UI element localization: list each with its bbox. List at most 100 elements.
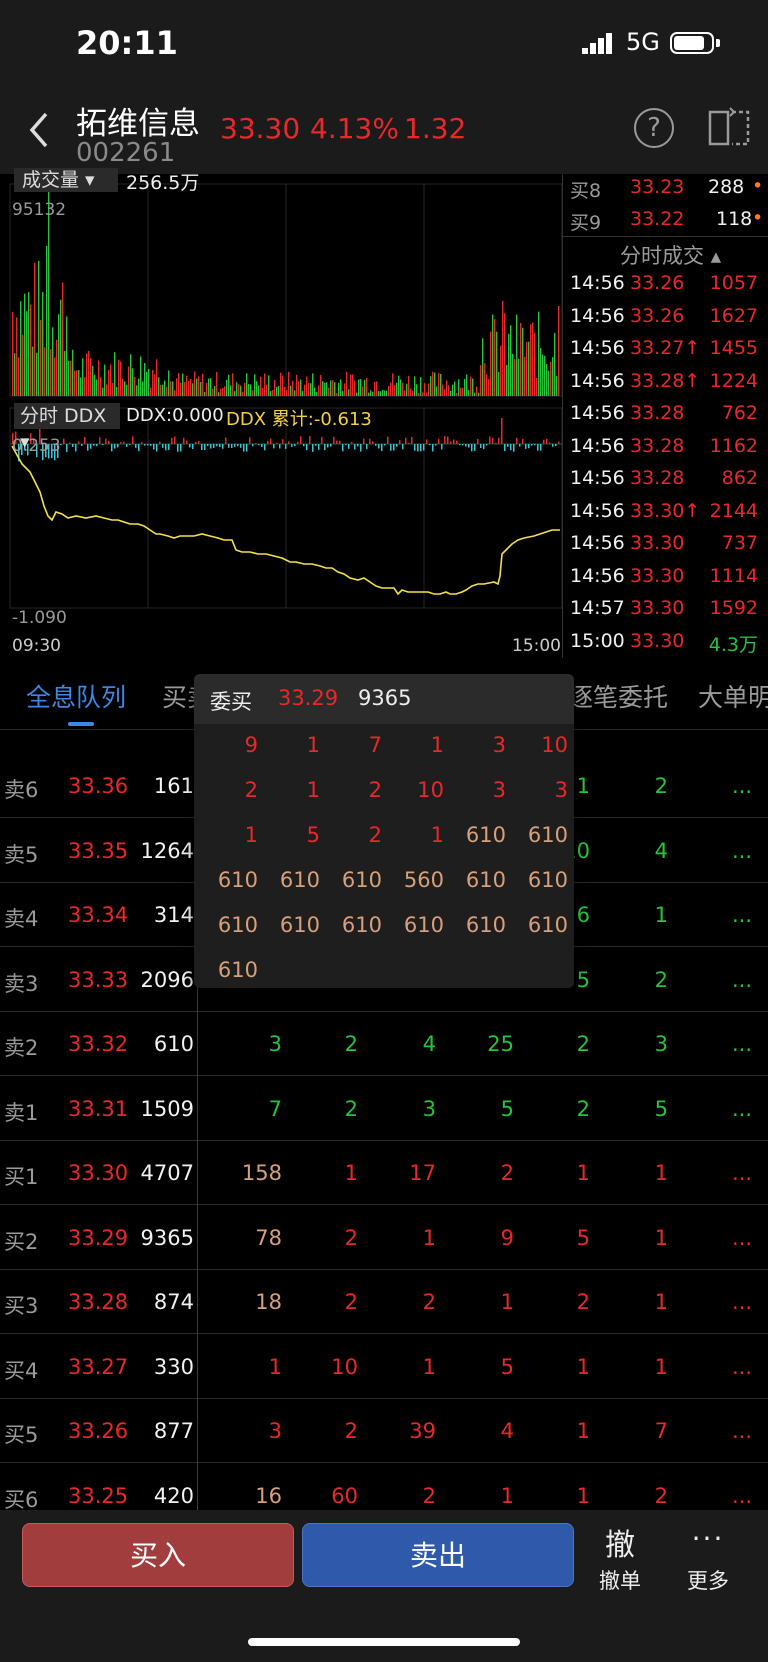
volume-bar — [394, 385, 396, 396]
ddx-bar — [414, 444, 416, 451]
tab-order-by-order[interactable]: 逐笔委托 — [568, 678, 668, 714]
volume-bar — [54, 357, 56, 396]
ddx-bar — [321, 436, 323, 444]
volume-bar — [160, 384, 162, 396]
ddx-bar — [492, 437, 494, 444]
queue-row[interactable]: 卖2 33.32 610 3 2 4 25 2 3... — [0, 1012, 768, 1076]
ddx-bar — [81, 444, 83, 446]
ddx-bar — [435, 444, 437, 446]
more-button[interactable]: 更多 — [682, 1565, 734, 1595]
tick-row: 14:57 33.30 1592 — [570, 597, 758, 619]
volume-bar — [418, 392, 420, 396]
queue-row[interactable]: 买2 33.29 9365 78 2 1 9 5 1... — [0, 1206, 768, 1270]
volume-bar — [538, 311, 540, 396]
volume-bar — [356, 392, 358, 396]
ddx-bar — [507, 444, 509, 447]
ddx-bar — [441, 444, 443, 450]
popup-price: 33.29 — [278, 686, 339, 710]
volume-bar — [380, 391, 382, 396]
volume-bar — [230, 385, 232, 396]
ddx-bar — [264, 444, 266, 451]
volume-bar — [122, 378, 124, 396]
ddx-bar — [159, 441, 161, 444]
queue-row[interactable]: 买5 33.26 877 3 2 39 4 1 7... — [0, 1399, 768, 1463]
ddx-bar — [474, 444, 476, 451]
volume-bar — [222, 387, 224, 396]
popup-order-size: 610 — [341, 913, 382, 937]
volume-bar — [412, 390, 414, 396]
tab-large-orders[interactable]: 大单明 — [698, 678, 768, 714]
ddx-bar — [219, 444, 221, 448]
sell-button[interactable]: 卖出 — [302, 1523, 574, 1587]
volume-bar — [362, 386, 364, 396]
ddx-bar — [369, 438, 371, 444]
volume-bar — [148, 368, 150, 396]
tick-row: 14:56 33.26 1627 — [570, 304, 758, 327]
ddx-bar — [327, 444, 329, 448]
volume-bar — [240, 385, 242, 396]
volume-bar — [252, 390, 254, 396]
volume-bar — [20, 301, 22, 396]
ddx-bar — [228, 444, 230, 448]
buy-button[interactable]: 买入 — [22, 1523, 294, 1587]
volume-selector[interactable]: 成交量 ▾ — [14, 168, 118, 192]
cancel-order-button[interactable]: 撤单 — [594, 1565, 646, 1595]
ddx-bar — [534, 444, 536, 446]
queue-row[interactable]: 买3 33.28 874 18 2 2 1 2 1... — [0, 1270, 768, 1334]
ddx-bar — [105, 438, 107, 444]
volume-bar — [464, 379, 466, 396]
volume-bar — [438, 373, 440, 396]
volume-bar — [76, 370, 78, 396]
popup-order-size: 610 — [341, 868, 382, 892]
volume-bar — [312, 373, 314, 396]
more-icon[interactable]: ··· — [688, 1522, 728, 1555]
ddx-bar — [171, 437, 173, 444]
status-time: 20:11 — [76, 24, 178, 62]
volume-bar — [86, 353, 88, 396]
home-indicator[interactable] — [248, 1638, 520, 1646]
help-icon[interactable]: ? — [634, 108, 674, 148]
ddx-bar — [402, 444, 404, 450]
ddx-bar — [495, 442, 497, 444]
ddx-bar — [303, 444, 305, 447]
ddx-bar — [180, 444, 182, 452]
volume-bar — [536, 377, 538, 396]
ticks-header[interactable]: 分时成交 ▴ — [574, 240, 764, 270]
volume-bar — [498, 371, 500, 396]
volume-bar — [200, 381, 202, 396]
ddx-bar — [276, 442, 278, 444]
ddx-bar — [426, 439, 428, 444]
ddx-bar — [504, 444, 506, 452]
tab-full-queue[interactable]: 全息队列 — [26, 678, 126, 714]
queue-row[interactable]: 买1 33.30 4707 158 1 17 2 1 1... — [0, 1141, 768, 1205]
ddx-bar — [198, 440, 200, 444]
volume-bar — [214, 386, 216, 396]
volume-bar — [176, 378, 178, 396]
volume-bar — [190, 379, 192, 396]
ddx-bar — [516, 437, 518, 444]
ddx-bar — [96, 444, 98, 447]
volume-bar — [460, 387, 462, 396]
ddx-bar — [381, 444, 383, 452]
cancel-order-icon[interactable]: 撤 — [600, 1520, 640, 1564]
volume-bar — [506, 364, 508, 396]
tick-row: 14:56 33.28 762 — [570, 402, 758, 424]
queue-row[interactable]: 卖1 33.31 1509 7 2 3 5 2 5... — [0, 1077, 768, 1141]
ddx-bar — [513, 444, 515, 452]
volume-bar — [118, 359, 120, 396]
volume-bar — [46, 246, 48, 396]
volume-bar — [126, 384, 128, 396]
volume-bar — [300, 379, 302, 396]
ddx-selector[interactable]: 分时 DDX ▾ — [14, 403, 120, 453]
volume-bar — [256, 381, 258, 396]
back-icon[interactable] — [24, 108, 54, 152]
volume-bar — [372, 391, 374, 396]
queue-row[interactable]: 买4 33.27 330 1 10 1 5 1 1... — [0, 1335, 768, 1399]
volume-bar — [116, 387, 118, 396]
ddx-bar — [459, 444, 461, 446]
volume-bar — [112, 382, 114, 396]
volume-bar — [366, 378, 368, 396]
popup-order-size: 610 — [217, 868, 258, 892]
switch-layout-icon[interactable] — [708, 106, 752, 148]
ddx-bar — [300, 436, 302, 444]
